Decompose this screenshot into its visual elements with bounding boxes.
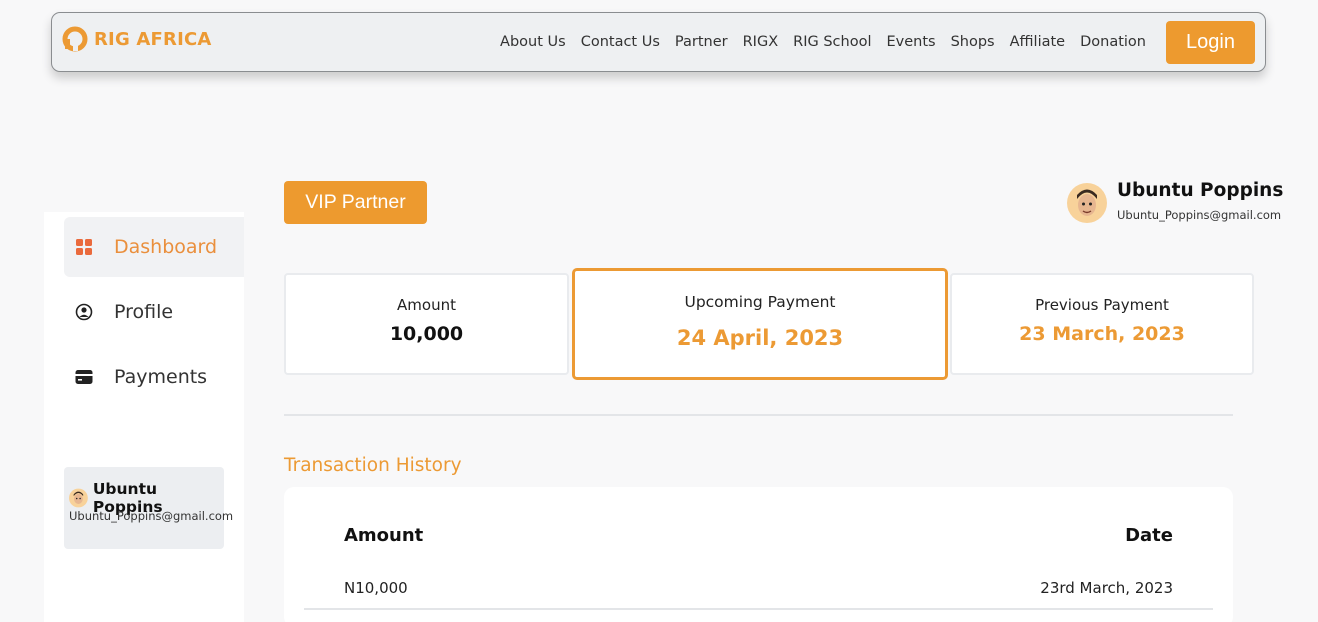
nav-rigx[interactable]: RIGX <box>743 34 779 50</box>
main-nav: About Us Contact Us Partner RIGX RIG Sch… <box>500 13 1146 71</box>
nav-partner[interactable]: Partner <box>675 34 728 50</box>
upcoming-payment-card: Upcoming Payment 24 April, 2023 <box>572 268 948 380</box>
column-header-date: Date <box>1125 525 1173 546</box>
nav-rig-school[interactable]: RIG School <box>793 34 871 50</box>
sidebar: Dashboard Profile Payments Ubuntu Poppin… <box>44 212 244 622</box>
sidebar-user-email: Ubuntu_Poppins@gmail.com <box>69 509 234 523</box>
amount-label: Amount <box>397 296 456 314</box>
column-header-amount: Amount <box>344 525 424 546</box>
user-name: Ubuntu Poppins <box>1117 180 1284 201</box>
transaction-table: Amount Date N10,000 23rd March, 2023 <box>284 487 1233 622</box>
nav-affiliate[interactable]: Affiliate <box>1010 34 1066 50</box>
table-row[interactable]: N10,000 23rd March, 2023 <box>304 567 1213 610</box>
section-divider <box>284 414 1233 416</box>
top-navbar: RIG AFRICA About Us Contact Us Partner R… <box>51 12 1266 72</box>
row-amount: N10,000 <box>344 579 408 597</box>
previous-payment-card: Previous Payment 23 March, 2023 <box>950 273 1254 375</box>
user-profile[interactable]: Ubuntu Poppins Ubuntu_Poppins@gmail.com <box>1067 180 1307 230</box>
brand-logo[interactable]: RIG AFRICA <box>62 26 212 52</box>
rig-logo-icon <box>62 26 88 52</box>
sidebar-user-card[interactable]: Ubuntu Poppins Ubuntu_Poppins@gmail.com <box>64 467 233 549</box>
sidebar-item-profile[interactable]: Profile <box>64 282 244 342</box>
nav-contact-us[interactable]: Contact Us <box>581 34 660 50</box>
card-icon <box>74 367 94 387</box>
previous-payment-label: Previous Payment <box>1035 296 1169 314</box>
nav-events[interactable]: Events <box>886 34 935 50</box>
avatar <box>69 488 88 508</box>
nav-donation[interactable]: Donation <box>1080 34 1146 50</box>
nav-about-us[interactable]: About Us <box>500 34 566 50</box>
sidebar-item-payments[interactable]: Payments <box>64 347 244 407</box>
amount-card: Amount 10,000 <box>284 273 569 375</box>
brand-name: RIG AFRICA <box>94 28 212 50</box>
transaction-history-title: Transaction History <box>284 455 462 476</box>
sidebar-item-label: Dashboard <box>114 236 218 258</box>
row-date: 23rd March, 2023 <box>1040 579 1173 597</box>
upcoming-payment-value: 24 April, 2023 <box>676 326 844 350</box>
avatar <box>1067 183 1107 223</box>
nav-shops[interactable]: Shops <box>951 34 995 50</box>
login-button[interactable]: Login <box>1166 21 1255 64</box>
vip-partner-button[interactable]: VIP Partner <box>284 181 427 224</box>
grid-icon <box>74 237 94 257</box>
upcoming-payment-label: Upcoming Payment <box>684 293 836 311</box>
sidebar-item-label: Payments <box>114 366 208 388</box>
user-circle-icon <box>74 302 94 322</box>
amount-value: 10,000 <box>389 323 464 345</box>
sidebar-item-label: Profile <box>114 301 174 323</box>
previous-payment-value: 23 March, 2023 <box>1019 323 1185 345</box>
sidebar-item-dashboard[interactable]: Dashboard <box>64 217 244 277</box>
user-email: Ubuntu_Poppins@gmail.com <box>1117 208 1282 222</box>
